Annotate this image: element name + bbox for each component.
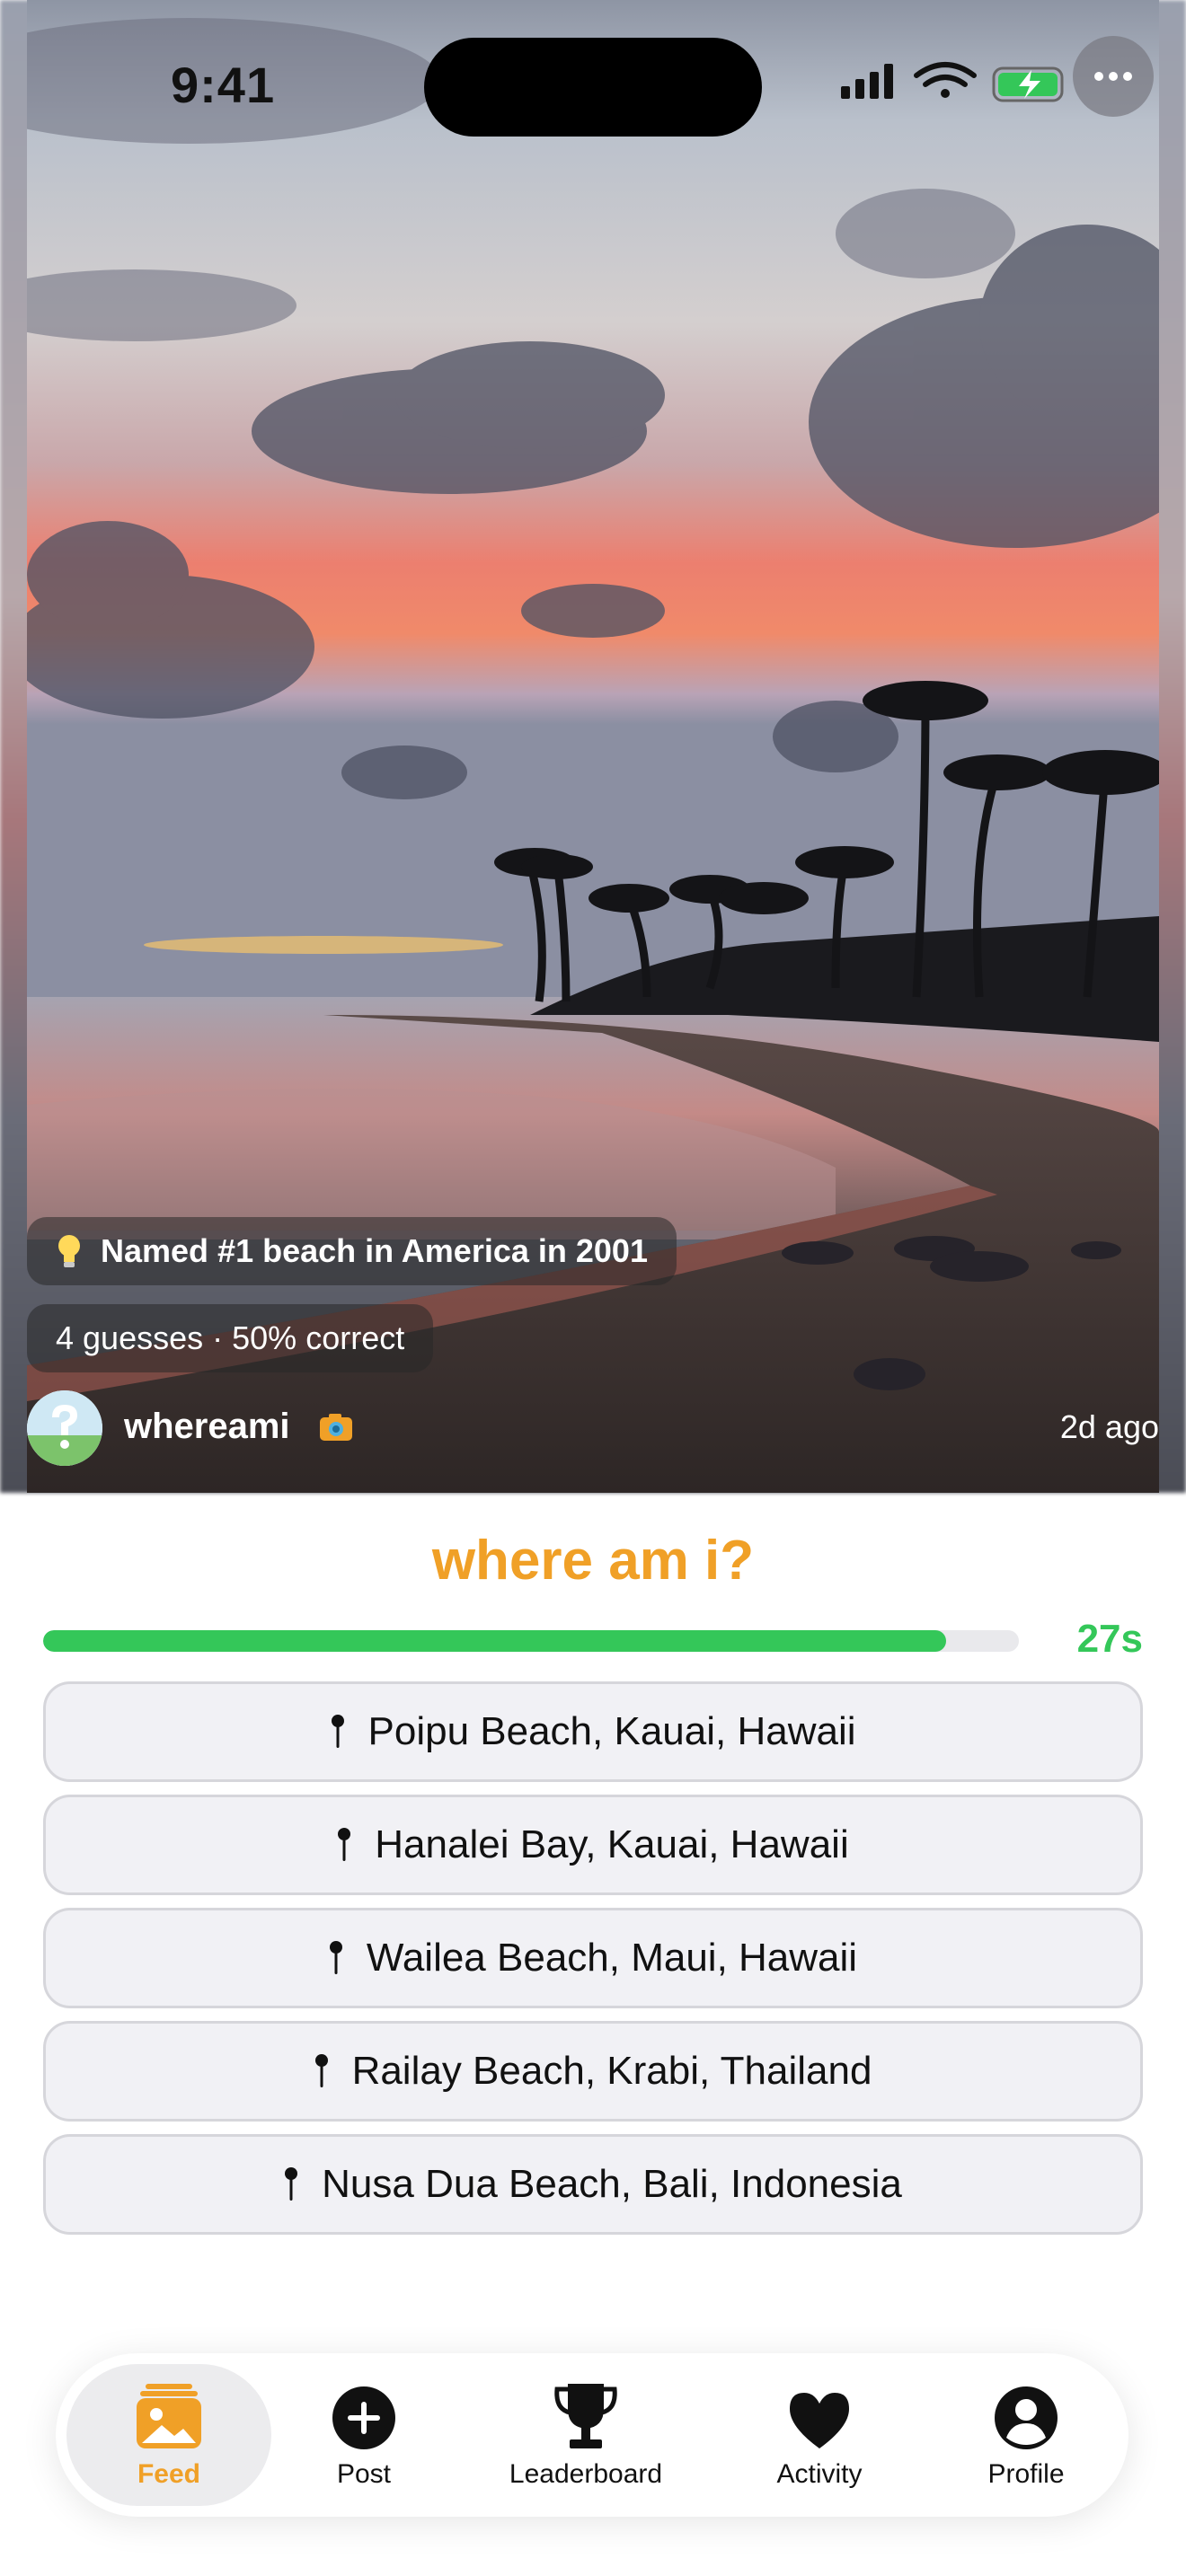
hint-pill: Named #1 beach in America in 2001 — [27, 1217, 677, 1285]
game-title: where am i? — [431, 1530, 755, 1592]
answer-options: Poipu Beach, Kauai, Hawaii Hanalei Bay, … — [43, 1681, 1143, 2247]
tab-bar: Feed Post Leaderboard Activity Profile — [56, 2353, 1128, 2517]
heart-icon — [786, 2380, 853, 2450]
lightbulb-icon — [56, 1233, 83, 1269]
tab-label: Post — [336, 2459, 392, 2489]
stats-separator: · — [212, 1319, 224, 1356]
timer-seconds: 27s — [1076, 1617, 1143, 1661]
answer-option-label: Nusa Dua Beach, Bali, Indonesia — [322, 2162, 902, 2206]
answer-option-label: Wailea Beach, Maui, Hawaii — [366, 1936, 858, 1980]
map-pin-icon — [331, 1714, 345, 1750]
tab-label: Profile — [987, 2459, 1065, 2489]
stats-pill: 4 guesses · 50% correct — [27, 1304, 434, 1372]
map-pin-icon — [329, 1940, 343, 1976]
battery-charging-icon — [992, 66, 1064, 102]
tab-profile[interactable]: Profile — [945, 2364, 1107, 2506]
wifi-icon — [914, 62, 977, 98]
dynamic-island — [424, 38, 762, 137]
answer-option-label: Hanalei Bay, Kauai, Hawaii — [375, 1822, 849, 1866]
map-pin-icon — [337, 1827, 351, 1863]
username[interactable]: whereami — [124, 1407, 290, 1447]
tab-label: Feed — [137, 2459, 201, 2489]
plus-circle-icon — [332, 2380, 396, 2450]
status-time: 9:41 — [171, 57, 276, 113]
tab-leaderboard[interactable]: Leaderboard — [487, 2364, 685, 2506]
answer-option-label: Railay Beach, Krabi, Thailand — [351, 2049, 872, 2093]
ellipsis-icon — [1094, 72, 1132, 81]
map-pin-icon — [284, 2166, 298, 2202]
camera-icon — [318, 1412, 354, 1447]
trophy-icon — [553, 2380, 618, 2450]
cellular-signal-icon — [841, 64, 893, 99]
guess-count: 4 guesses — [56, 1319, 204, 1356]
answer-option-nusa-dua[interactable]: Nusa Dua Beach, Bali, Indonesia — [43, 2134, 1143, 2235]
more-options-button[interactable] — [1073, 36, 1154, 117]
avatar[interactable] — [27, 1390, 102, 1466]
answer-option-railay[interactable]: Railay Beach, Krabi, Thailand — [43, 2021, 1143, 2122]
tab-feed[interactable]: Feed — [66, 2364, 271, 2506]
answer-option-label: Poipu Beach, Kauai, Hawaii — [367, 1709, 856, 1753]
answer-option-poipu[interactable]: Poipu Beach, Kauai, Hawaii — [43, 1681, 1143, 1782]
tab-post[interactable]: Post — [296, 2364, 431, 2506]
tab-label: Activity — [776, 2459, 863, 2489]
answer-option-hanalei[interactable]: Hanalei Bay, Kauai, Hawaii — [43, 1795, 1143, 1895]
timer-progress-bar — [43, 1630, 1019, 1652]
tab-activity[interactable]: Activity — [739, 2364, 900, 2506]
correct-rate: 50% correct — [232, 1319, 405, 1356]
globe-question-avatar-icon — [27, 1390, 102, 1466]
photo-icon — [135, 2380, 203, 2450]
post-time-ago: 2d ago — [1059, 1408, 1159, 1445]
map-pin-icon — [314, 2053, 329, 2089]
person-circle-icon — [994, 2380, 1058, 2450]
status-icons — [836, 56, 1069, 110]
timer-progress-fill — [43, 1630, 946, 1652]
hint-text: Named #1 beach in America in 2001 — [101, 1232, 648, 1269]
answer-option-wailea[interactable]: Wailea Beach, Maui, Hawaii — [43, 1908, 1143, 2008]
tab-label: Leaderboard — [509, 2459, 663, 2489]
